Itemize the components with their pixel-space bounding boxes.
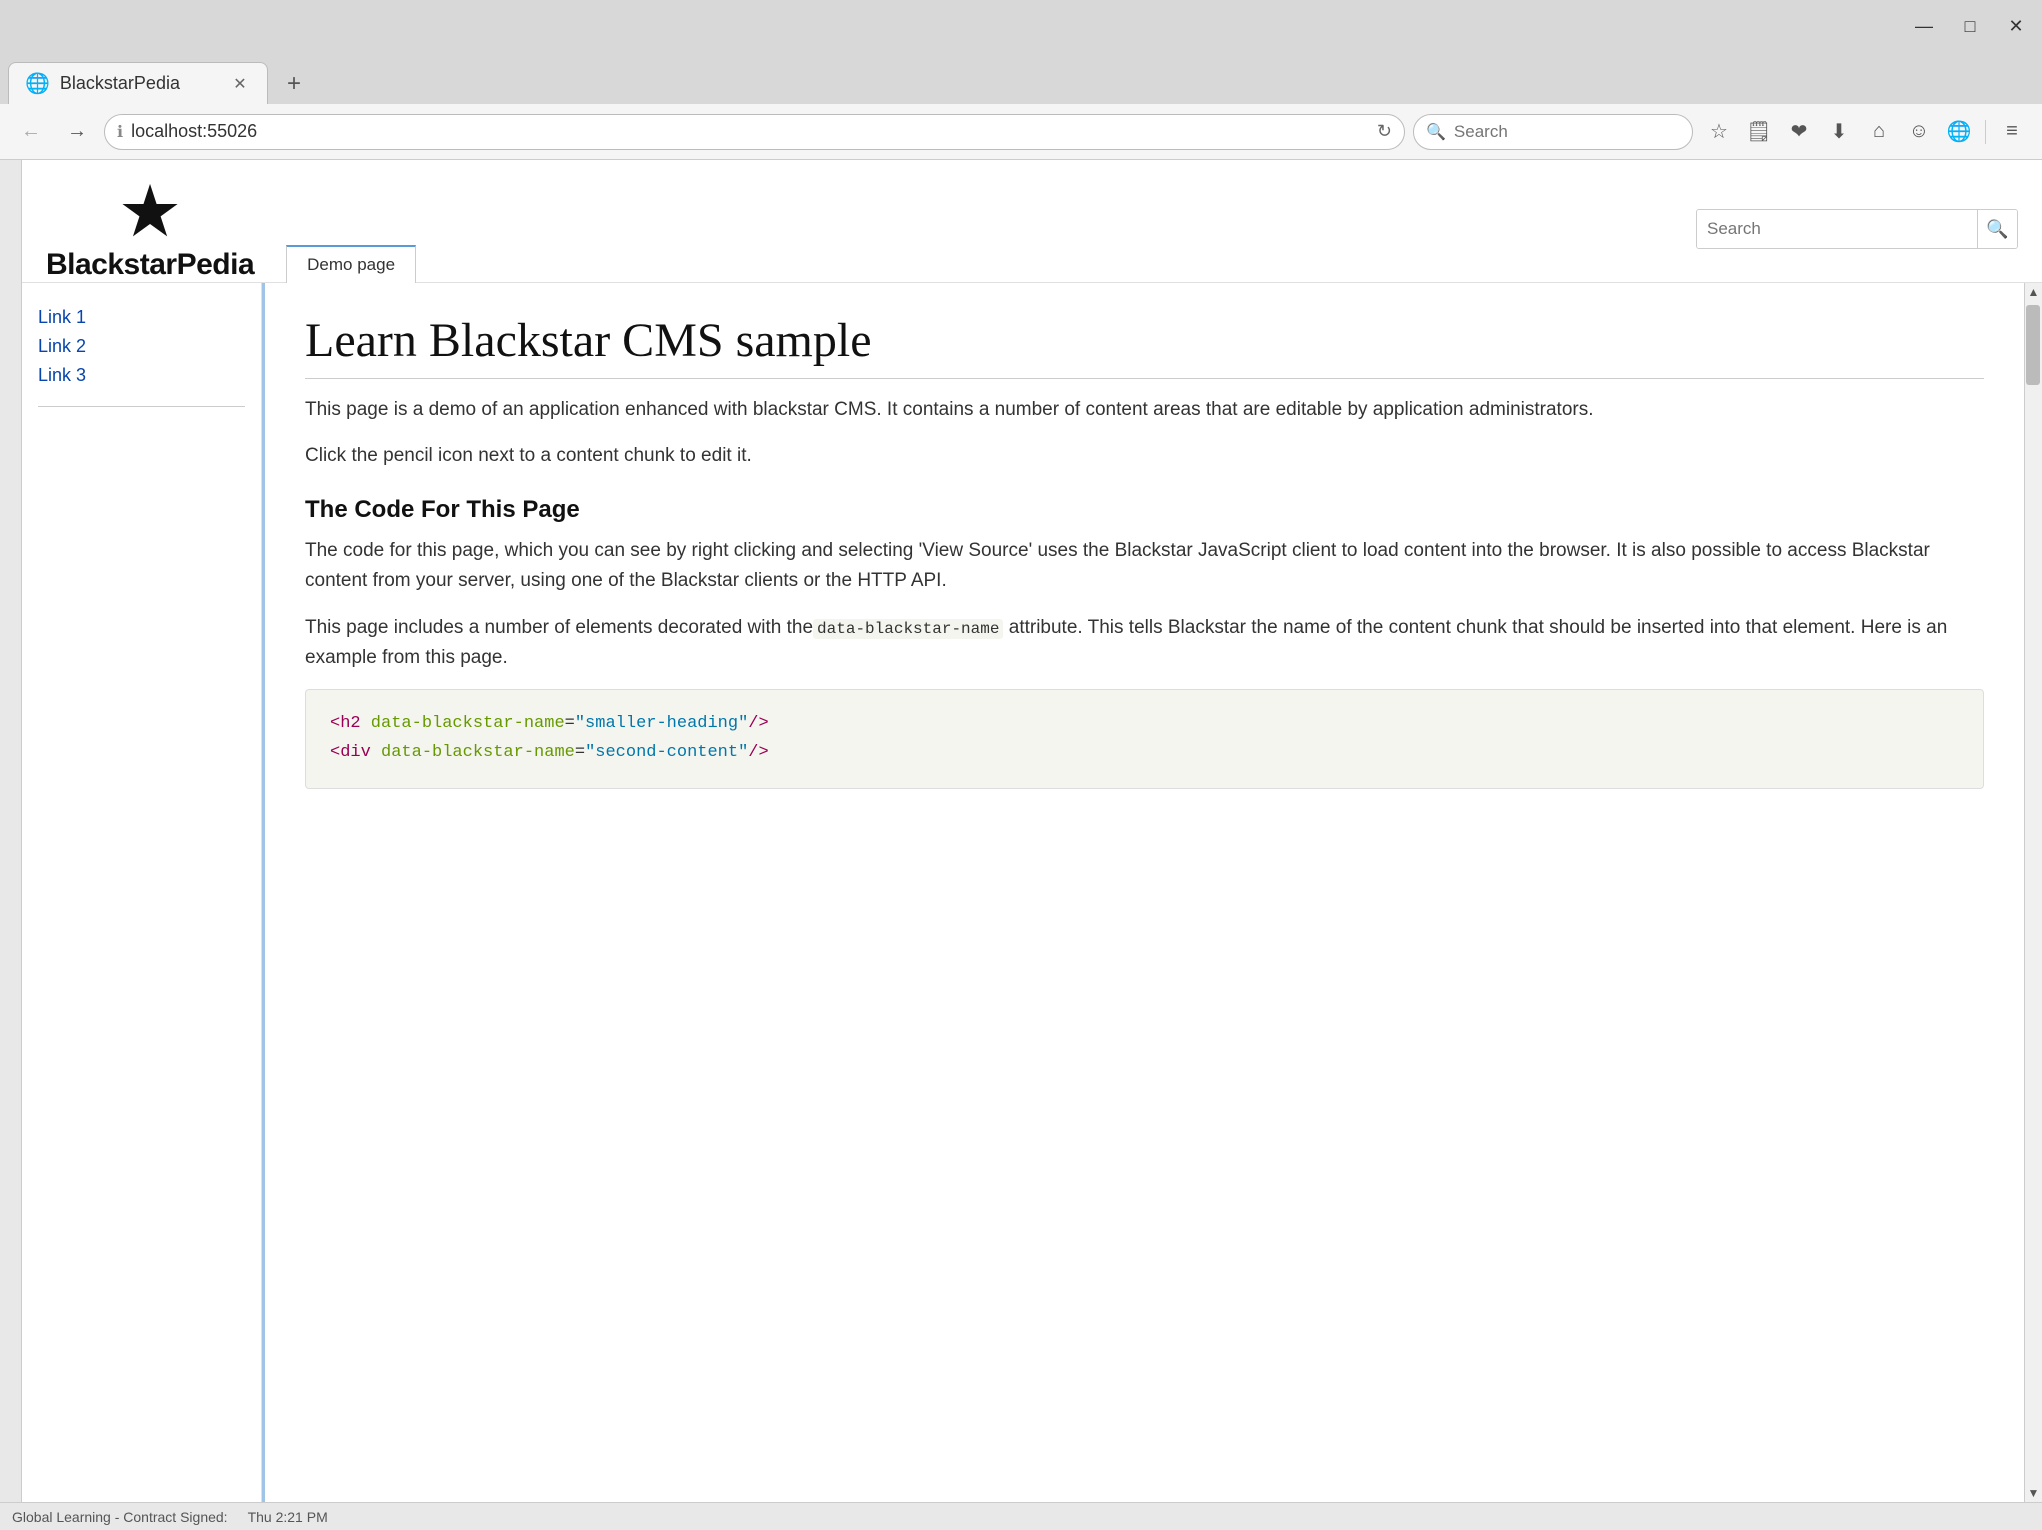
sidebar-link-2[interactable]: Link 2 (38, 336, 245, 357)
new-tab-button[interactable]: + (274, 64, 314, 104)
code-close-2: /> (748, 743, 768, 762)
section-paragraph-1: The code for this page, which you can se… (305, 536, 1984, 597)
code-val-2: "second-content" (585, 743, 748, 762)
download-button[interactable]: ⬇ (1821, 114, 1857, 150)
browser-search-input[interactable] (1454, 122, 1680, 142)
intro-paragraph-1: This page is a demo of an application en… (305, 395, 1984, 425)
refresh-icon[interactable]: ↻ (1377, 121, 1392, 142)
code-line-1: <h2 data-blackstar-name="smaller-heading… (330, 710, 1959, 739)
nav-bar: ← → ℹ ↻ 🔍 ☆ 🗒 ❤ ⬇ ⌂ ☺ 🌐 ≡ (0, 104, 2042, 160)
section-heading-code: The Code For This Page (305, 496, 1984, 524)
reading-list-button[interactable]: 🗒 (1741, 114, 1777, 150)
sidebar-link-1[interactable]: Link 1 (38, 307, 245, 328)
tab-bar: 🌐 BlackstarPedia ✕ + (0, 52, 2042, 104)
intro-paragraph-2: Click the pencil icon next to a content … (305, 441, 1984, 471)
section-paragraph-2: This page includes a number of elements … (305, 613, 1984, 674)
tab-favicon: 🌐 (25, 71, 50, 96)
browser-tab[interactable]: 🌐 BlackstarPedia ✕ (8, 62, 268, 104)
page-wrapper: ★ BlackstarPedia Demo page 🔍 Link 1 Link… (0, 160, 2042, 1502)
code-eq-2: = (575, 743, 585, 762)
info-icon[interactable]: ℹ (117, 122, 123, 142)
wiki-header: ★ BlackstarPedia Demo page 🔍 (22, 160, 2042, 283)
wiki-nav-tabs: Demo page (286, 244, 416, 282)
extensions-button[interactable]: 🌐 (1941, 114, 1977, 150)
inline-code-attr: data-blackstar-name (813, 619, 1003, 639)
code-block: <h2 data-blackstar-name="smaller-heading… (305, 689, 1984, 789)
status-left-text: Global Learning - Contract Signed: (12, 1509, 228, 1525)
wiki-body: Link 1 Link 2 Link 3 Learn Blackstar CMS… (22, 283, 2042, 1502)
status-bar: Global Learning - Contract Signed: Thu 2… (0, 1502, 2042, 1530)
status-right-text: Thu 2:21 PM (248, 1509, 328, 1525)
section-para-2-before: This page includes a number of elements … (305, 617, 813, 638)
address-bar: ℹ ↻ (104, 114, 1405, 150)
maximize-button[interactable]: □ (1956, 12, 1984, 40)
scrollbar-track (2025, 301, 2042, 1484)
scrollbar-up-arrow[interactable]: ▲ (2025, 283, 2042, 301)
code-tag-h2: <h2 (330, 714, 361, 733)
code-attr-1: data-blackstar-name (361, 714, 565, 733)
wiki-container: ★ BlackstarPedia Demo page 🔍 Link 1 Link… (22, 160, 2042, 1502)
wiki-star-icon: ★ (118, 176, 183, 248)
browser-search-bar: 🔍 (1413, 114, 1693, 150)
wiki-search-area: 🔍 (1696, 209, 2018, 249)
scrollbar-down-arrow[interactable]: ▼ (2025, 1484, 2042, 1502)
title-bar: — □ ✕ (0, 0, 2042, 52)
code-close-1: /> (748, 714, 768, 733)
wiki-search-button[interactable]: 🔍 (1977, 210, 2017, 248)
wiki-tab-demo-page[interactable]: Demo page (286, 245, 416, 283)
browser-left-sidebar (0, 160, 22, 1502)
wiki-search-input[interactable] (1697, 210, 1977, 248)
window-controls: — □ ✕ (1910, 12, 2030, 40)
code-eq-1: = (565, 714, 575, 733)
wiki-sidebar-links: Link 1 Link 2 Link 3 (38, 307, 245, 419)
sidebar-link-3[interactable]: Link 3 (38, 365, 245, 386)
page-title: Learn Blackstar CMS sample (305, 313, 1984, 379)
close-button[interactable]: ✕ (2002, 12, 2030, 40)
menu-button[interactable]: ≡ (1994, 114, 2030, 150)
wiki-search-box: 🔍 (1696, 209, 2018, 249)
bookmark-star-button[interactable]: ☆ (1701, 114, 1737, 150)
wiki-sidebar: Link 1 Link 2 Link 3 (22, 283, 262, 1502)
code-val-1: "smaller-heading" (575, 714, 748, 733)
toolbar-icons: ☆ 🗒 ❤ ⬇ ⌂ ☺ 🌐 ≡ (1701, 114, 2030, 150)
wiki-main-content: Learn Blackstar CMS sample This page is … (262, 283, 2024, 1502)
wiki-brand-name: BlackstarPedia (46, 248, 254, 282)
code-line-2: <div data-blackstar-name="second-content… (330, 739, 1959, 768)
right-scrollbar: ▲ ▼ (2024, 283, 2042, 1502)
sidebar-divider (38, 406, 245, 407)
toolbar-separator (1985, 120, 1986, 144)
search-icon: 🔍 (1426, 122, 1446, 142)
minimize-button[interactable]: — (1910, 12, 1938, 40)
browser-chrome: — □ ✕ 🌐 BlackstarPedia ✕ + ← → ℹ ↻ 🔍 ☆ 🗒… (0, 0, 2042, 160)
tab-label: BlackstarPedia (60, 73, 180, 94)
code-attr-2: data-blackstar-name (371, 743, 575, 762)
scrollbar-thumb[interactable] (2026, 305, 2040, 385)
forward-button[interactable]: → (58, 113, 96, 151)
wiki-logo-area: ★ BlackstarPedia (46, 176, 254, 282)
code-tag-div: <div (330, 743, 371, 762)
emoji-button[interactable]: ☺ (1901, 114, 1937, 150)
back-button[interactable]: ← (12, 113, 50, 151)
pocket-button[interactable]: ❤ (1781, 114, 1817, 150)
tab-close-button[interactable]: ✕ (229, 73, 251, 95)
home-button[interactable]: ⌂ (1861, 114, 1897, 150)
url-input[interactable] (131, 121, 1369, 142)
